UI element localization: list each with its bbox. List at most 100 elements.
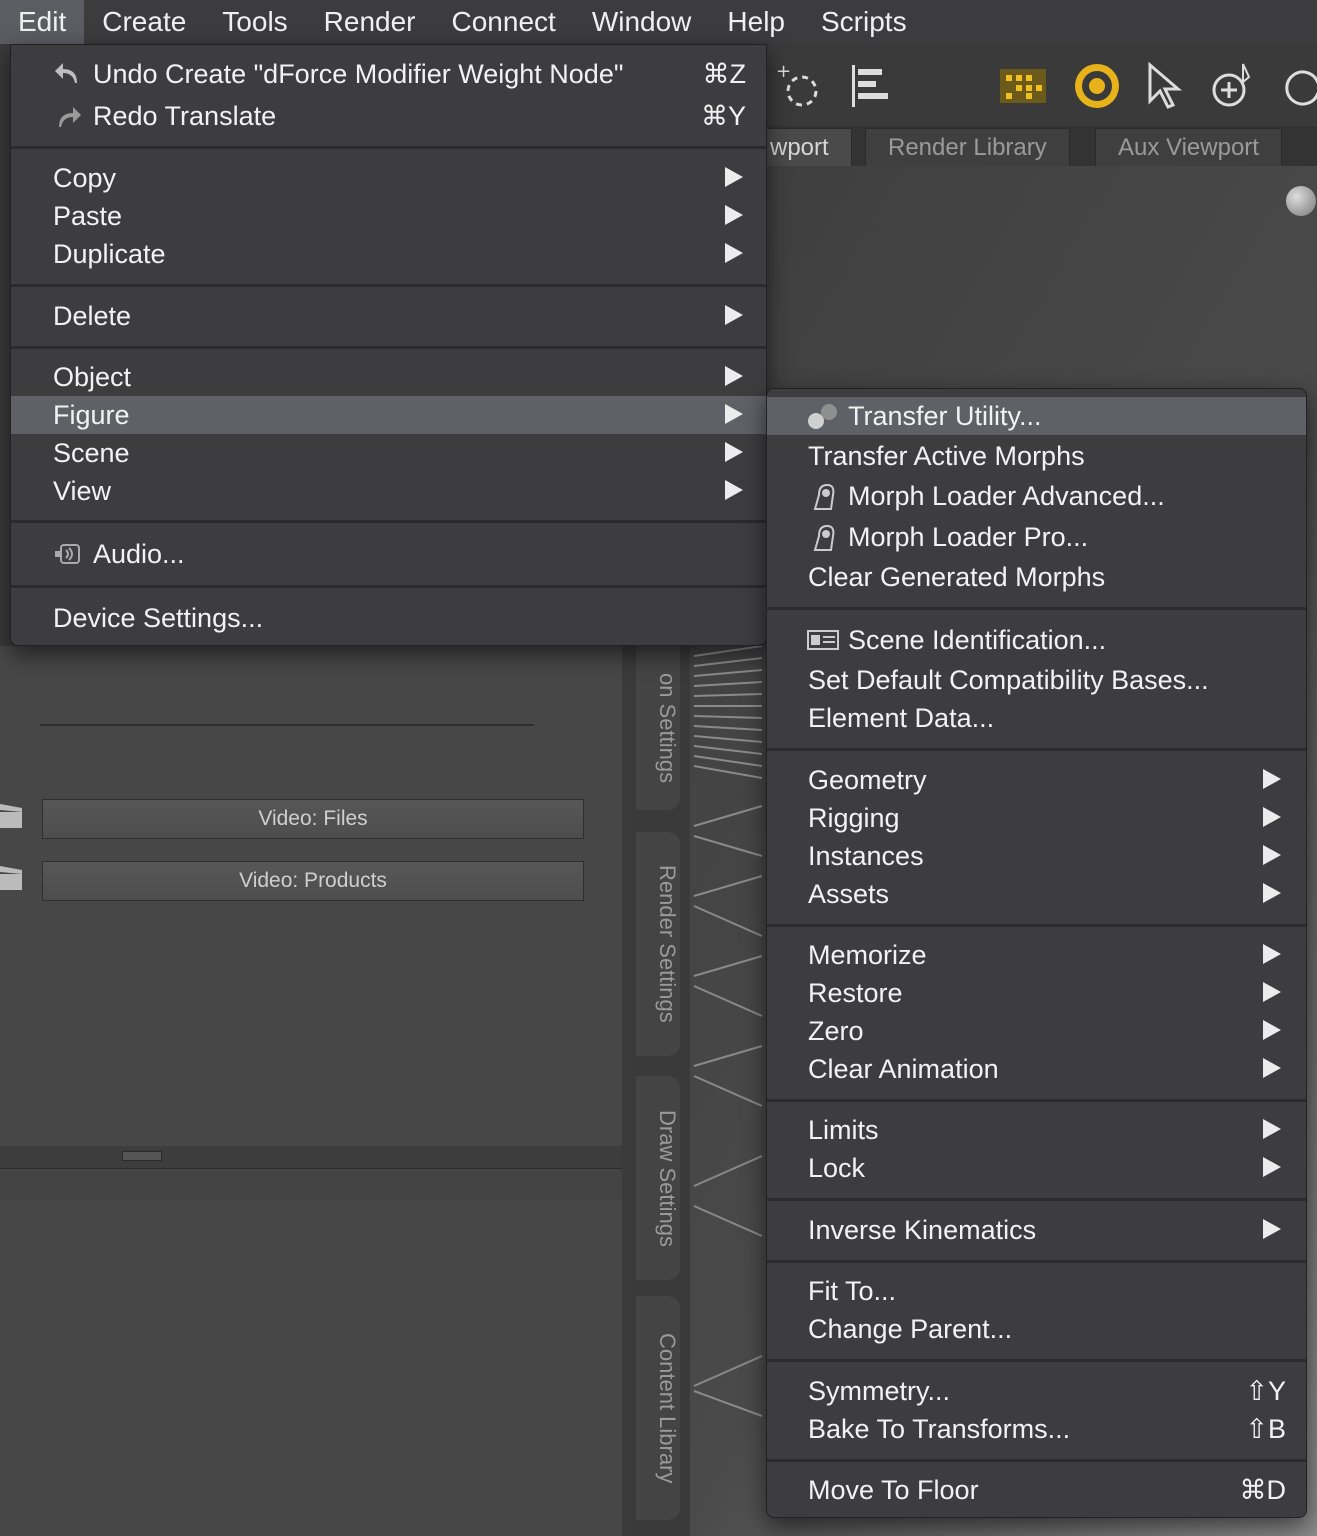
- move-to-floor-label: Move To Floor: [808, 1475, 979, 1505]
- change-parent-item[interactable]: Change Parent...: [767, 1310, 1306, 1348]
- morph-loader-pro-item[interactable]: Morph Loader Pro...: [767, 518, 1306, 556]
- instances-item[interactable]: Instances: [767, 837, 1306, 875]
- divider: [40, 724, 534, 726]
- tab-draw-settings[interactable]: Draw Settings: [636, 1076, 680, 1280]
- refresh-icon[interactable]: [1275, 58, 1317, 114]
- object-item[interactable]: Object: [11, 358, 766, 396]
- zero-item[interactable]: Zero: [767, 1012, 1306, 1050]
- fit-to-item[interactable]: Fit To...: [767, 1272, 1306, 1310]
- video-products-button[interactable]: Video: Products: [42, 861, 584, 901]
- change-parent-label: Change Parent...: [808, 1314, 1013, 1344]
- restore-label: Restore: [808, 978, 903, 1008]
- copy-label: Copy: [53, 163, 117, 193]
- bake-to-transforms-shortcut: ⇧B: [1245, 1414, 1286, 1444]
- rigging-label: Rigging: [808, 803, 900, 833]
- transfer-active-morphs-item[interactable]: Transfer Active Morphs: [767, 437, 1306, 475]
- scene-identification-label: Scene Identification...: [848, 625, 1107, 655]
- assets-item[interactable]: Assets: [767, 875, 1306, 913]
- move-to-floor-item[interactable]: Move To Floor ⌘D: [767, 1471, 1306, 1509]
- submenu-arrow-icon: [1263, 1119, 1281, 1139]
- grid-render-icon[interactable]: [995, 58, 1051, 114]
- transfer-utility-icon: [807, 401, 837, 431]
- pointer-icon[interactable]: [1137, 58, 1193, 114]
- element-data-label: Element Data...: [808, 703, 995, 733]
- figure-label: Figure: [53, 400, 130, 430]
- paste-item[interactable]: Paste: [11, 197, 766, 235]
- menu-separator: [767, 748, 1306, 751]
- tab-viewport[interactable]: wport: [765, 128, 852, 167]
- rotate-node-icon[interactable]: [1205, 58, 1261, 114]
- submenu-arrow-icon: [1263, 883, 1281, 903]
- menu-connect[interactable]: Connect: [434, 0, 574, 44]
- menu-window[interactable]: Window: [574, 0, 710, 44]
- copy-item[interactable]: Copy: [11, 159, 766, 197]
- view-item[interactable]: View: [11, 472, 766, 510]
- memorize-item[interactable]: Memorize: [767, 936, 1306, 974]
- transfer-utility-item[interactable]: Transfer Utility...: [767, 397, 1306, 435]
- clear-animation-item[interactable]: Clear Animation: [767, 1050, 1306, 1088]
- panel-splitter[interactable]: [0, 1146, 622, 1201]
- morph-loader-pro-label: Morph Loader Pro...: [848, 522, 1089, 552]
- figure-item[interactable]: Figure: [11, 396, 766, 434]
- transfer-utility-label: Transfer Utility...: [848, 401, 1042, 431]
- submenu-arrow-icon: [1263, 982, 1281, 1002]
- scene-label: Scene: [53, 438, 130, 468]
- universal-tool-icon[interactable]: [1069, 58, 1125, 114]
- panel-header: [0, 1168, 622, 1201]
- rigging-item[interactable]: Rigging: [767, 799, 1306, 837]
- menu-separator: [11, 284, 766, 287]
- undo-item[interactable]: Undo Create "dForce Modifier Weight Node…: [11, 55, 766, 93]
- symmetry-shortcut: ⇧Y: [1245, 1376, 1286, 1406]
- element-data-item[interactable]: Element Data...: [767, 699, 1306, 737]
- restore-item[interactable]: Restore: [767, 974, 1306, 1012]
- set-default-compat-item[interactable]: Set Default Compatibility Bases...: [767, 661, 1306, 699]
- submenu-arrow-icon: [1263, 769, 1281, 789]
- geometry-item[interactable]: Geometry: [767, 761, 1306, 799]
- inverse-kinematics-label: Inverse Kinematics: [808, 1215, 1037, 1245]
- scene-identification-item[interactable]: Scene Identification...: [767, 621, 1306, 659]
- splitter-handle[interactable]: [122, 1151, 162, 1161]
- viewport-sphere-icon[interactable]: [1286, 186, 1316, 216]
- menu-separator: [767, 1198, 1306, 1201]
- duplicate-item[interactable]: Duplicate: [11, 235, 766, 273]
- limits-item[interactable]: Limits: [767, 1111, 1306, 1149]
- viewport-tabs: wport Render Library Aux Viewport: [765, 126, 1317, 167]
- menu-scripts[interactable]: Scripts: [803, 0, 925, 44]
- menu-separator: [11, 585, 766, 588]
- audio-item[interactable]: Audio...: [11, 535, 766, 573]
- align-icon[interactable]: [845, 58, 901, 114]
- scene-item[interactable]: Scene: [11, 434, 766, 472]
- morph-loader-icon: [809, 522, 839, 552]
- id-card-icon: [807, 625, 839, 655]
- node-selection-icon[interactable]: +: [771, 58, 827, 114]
- menu-create[interactable]: Create: [84, 0, 204, 44]
- symmetry-item[interactable]: Symmetry... ⇧Y: [767, 1372, 1306, 1410]
- tab-settings-partial[interactable]: on Settings: [636, 646, 680, 810]
- submenu-arrow-icon: [1263, 1157, 1281, 1177]
- tab-render-library[interactable]: Render Library: [865, 128, 1070, 167]
- redo-item[interactable]: Redo Translate ⌘Y: [11, 97, 766, 135]
- device-settings-item[interactable]: Device Settings...: [11, 599, 766, 637]
- video-files-button[interactable]: Video: Files: [42, 799, 584, 839]
- delete-item[interactable]: Delete: [11, 297, 766, 335]
- clear-generated-morphs-item[interactable]: Clear Generated Morphs: [767, 558, 1306, 596]
- clear-generated-morphs-label: Clear Generated Morphs: [808, 562, 1106, 592]
- menu-tools[interactable]: Tools: [204, 0, 305, 44]
- inverse-kinematics-item[interactable]: Inverse Kinematics: [767, 1211, 1306, 1249]
- menu-separator: [11, 520, 766, 523]
- morph-loader-advanced-item[interactable]: Morph Loader Advanced...: [767, 477, 1306, 515]
- bake-to-transforms-item[interactable]: Bake To Transforms... ⇧B: [767, 1410, 1306, 1448]
- menu-render[interactable]: Render: [306, 0, 434, 44]
- tab-content-library[interactable]: Content Library: [636, 1296, 680, 1520]
- clear-animation-label: Clear Animation: [808, 1054, 999, 1084]
- audio-label: Audio...: [93, 539, 185, 569]
- lock-item[interactable]: Lock: [767, 1149, 1306, 1187]
- menu-help[interactable]: Help: [709, 0, 803, 44]
- svg-text:+: +: [776, 61, 791, 82]
- audio-icon: [53, 539, 83, 569]
- menu-edit[interactable]: Edit: [0, 0, 85, 44]
- move-to-floor-shortcut: ⌘D: [1239, 1475, 1287, 1505]
- tab-render-settings[interactable]: Render Settings: [636, 832, 680, 1056]
- tab-aux-viewport[interactable]: Aux Viewport: [1095, 128, 1282, 167]
- submenu-arrow-icon: [1263, 807, 1281, 827]
